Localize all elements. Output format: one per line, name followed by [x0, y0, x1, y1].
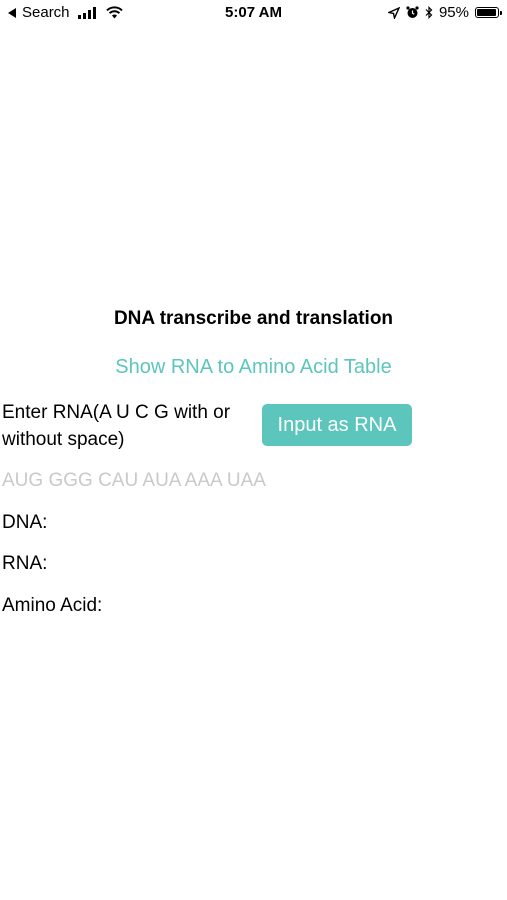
rna-result-label: RNA:: [2, 553, 48, 574]
bluetooth-icon: [425, 6, 433, 19]
battery-icon: [475, 7, 502, 18]
status-bar: Search 5:07 AM 95%: [0, 0, 507, 28]
page-title: DNA transcribe and translation: [113, 308, 394, 329]
enter-rna-label: Enter RNA(A U C G with or without space): [2, 402, 231, 450]
battery-percent: 95%: [438, 4, 469, 21]
alarm-clock-icon: [406, 6, 419, 18]
amino-acid-result-label: Amino Acid:: [2, 595, 103, 616]
battery-fill: [477, 9, 496, 16]
input-as-rna-button[interactable]: Input as RNA: [262, 404, 412, 446]
rna-sequence-input[interactable]: [2, 467, 482, 495]
status-right: 95%: [387, 4, 502, 21]
dna-result-label: DNA:: [2, 512, 48, 533]
show-amino-acid-table-link[interactable]: Show RNA to Amino Acid Table: [0, 356, 507, 379]
location-arrow-icon: [387, 6, 400, 19]
